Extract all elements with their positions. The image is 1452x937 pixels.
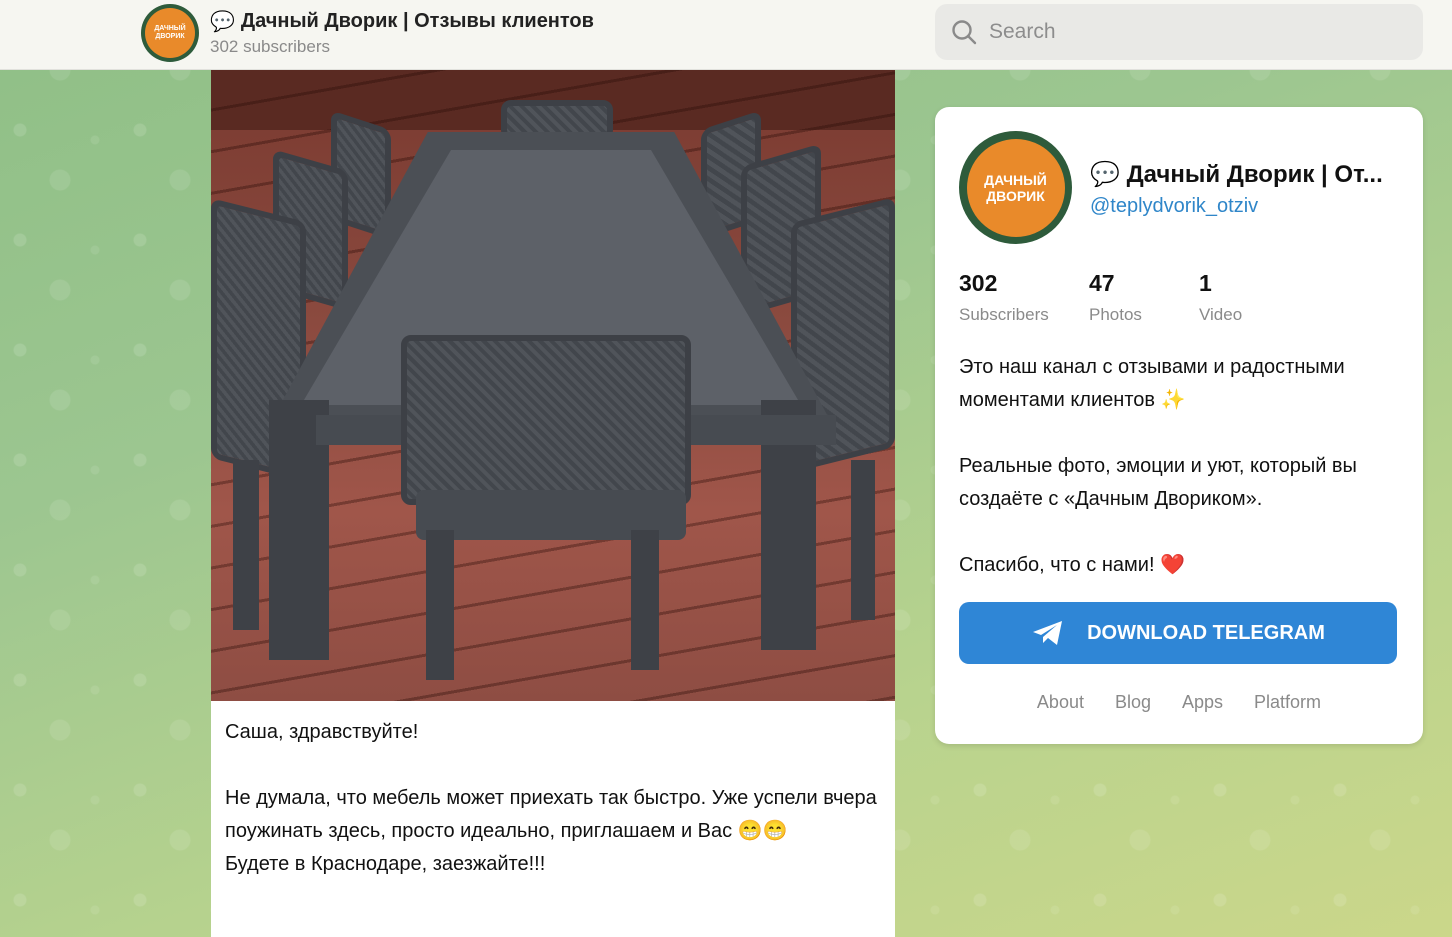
channel-avatar[interactable]: ДАЧНЫЙ ДВОРИК bbox=[141, 4, 199, 62]
channel-post: Саша, здравствуйте! Не думала, что мебел… bbox=[211, 70, 895, 937]
search-box[interactable] bbox=[935, 4, 1423, 60]
post-line: Не думала, что мебель может приехать так… bbox=[225, 787, 877, 842]
stat-video[interactable]: 1 Video bbox=[1199, 270, 1242, 325]
channel-avatar-large[interactable]: ДАЧНЫЙ ДВОРИК bbox=[959, 131, 1072, 244]
stat-photos[interactable]: 47 Photos bbox=[1089, 270, 1142, 325]
top-bar: ДАЧНЫЙ ДВОРИК 💬 Дачный Дворик | Отзывы к… bbox=[0, 0, 1452, 70]
post-text: Саша, здравствуйте! Не думала, что мебел… bbox=[225, 716, 885, 881]
search-input[interactable] bbox=[989, 20, 1409, 44]
link-blog[interactable]: Blog bbox=[1115, 692, 1151, 713]
channel-title[interactable]: 💬 Дачный Дворик | Отзывы клиентов bbox=[210, 9, 594, 34]
footer-links: About Blog Apps Platform bbox=[935, 692, 1423, 713]
channel-title-text: Дачный Дворик | Отзывы клиентов bbox=[240, 10, 594, 32]
channel-handle[interactable]: @teplydvorik_otziv bbox=[1090, 195, 1258, 218]
post-line: Будете в Краснодаре, заезжайте!!! bbox=[225, 853, 546, 875]
link-apps[interactable]: Apps bbox=[1182, 692, 1223, 713]
chat-bubble-icon: 💬 bbox=[1090, 161, 1120, 188]
link-about[interactable]: About bbox=[1037, 692, 1084, 713]
stat-subscribers: 302 Subscribers bbox=[959, 270, 1049, 324]
channel-name: 💬 Дачный Дворик | От... bbox=[1090, 161, 1383, 188]
channel-description: Это наш канал с отзывами и радостными мо… bbox=[959, 356, 1357, 576]
download-telegram-button[interactable]: DOWNLOAD TELEGRAM bbox=[959, 602, 1397, 664]
post-photo[interactable] bbox=[211, 70, 895, 701]
chat-bubble-icon: 💬 bbox=[210, 11, 235, 33]
channel-info-card: ДАЧНЫЙ ДВОРИК 💬 Дачный Дворик | От... @t… bbox=[935, 107, 1423, 744]
search-icon bbox=[952, 20, 977, 45]
post-line: Саша, здравствуйте! bbox=[225, 721, 419, 743]
subscriber-count: 302 subscribers bbox=[210, 37, 331, 56]
link-platform[interactable]: Platform bbox=[1254, 692, 1321, 713]
telegram-plane-icon bbox=[1033, 621, 1063, 645]
